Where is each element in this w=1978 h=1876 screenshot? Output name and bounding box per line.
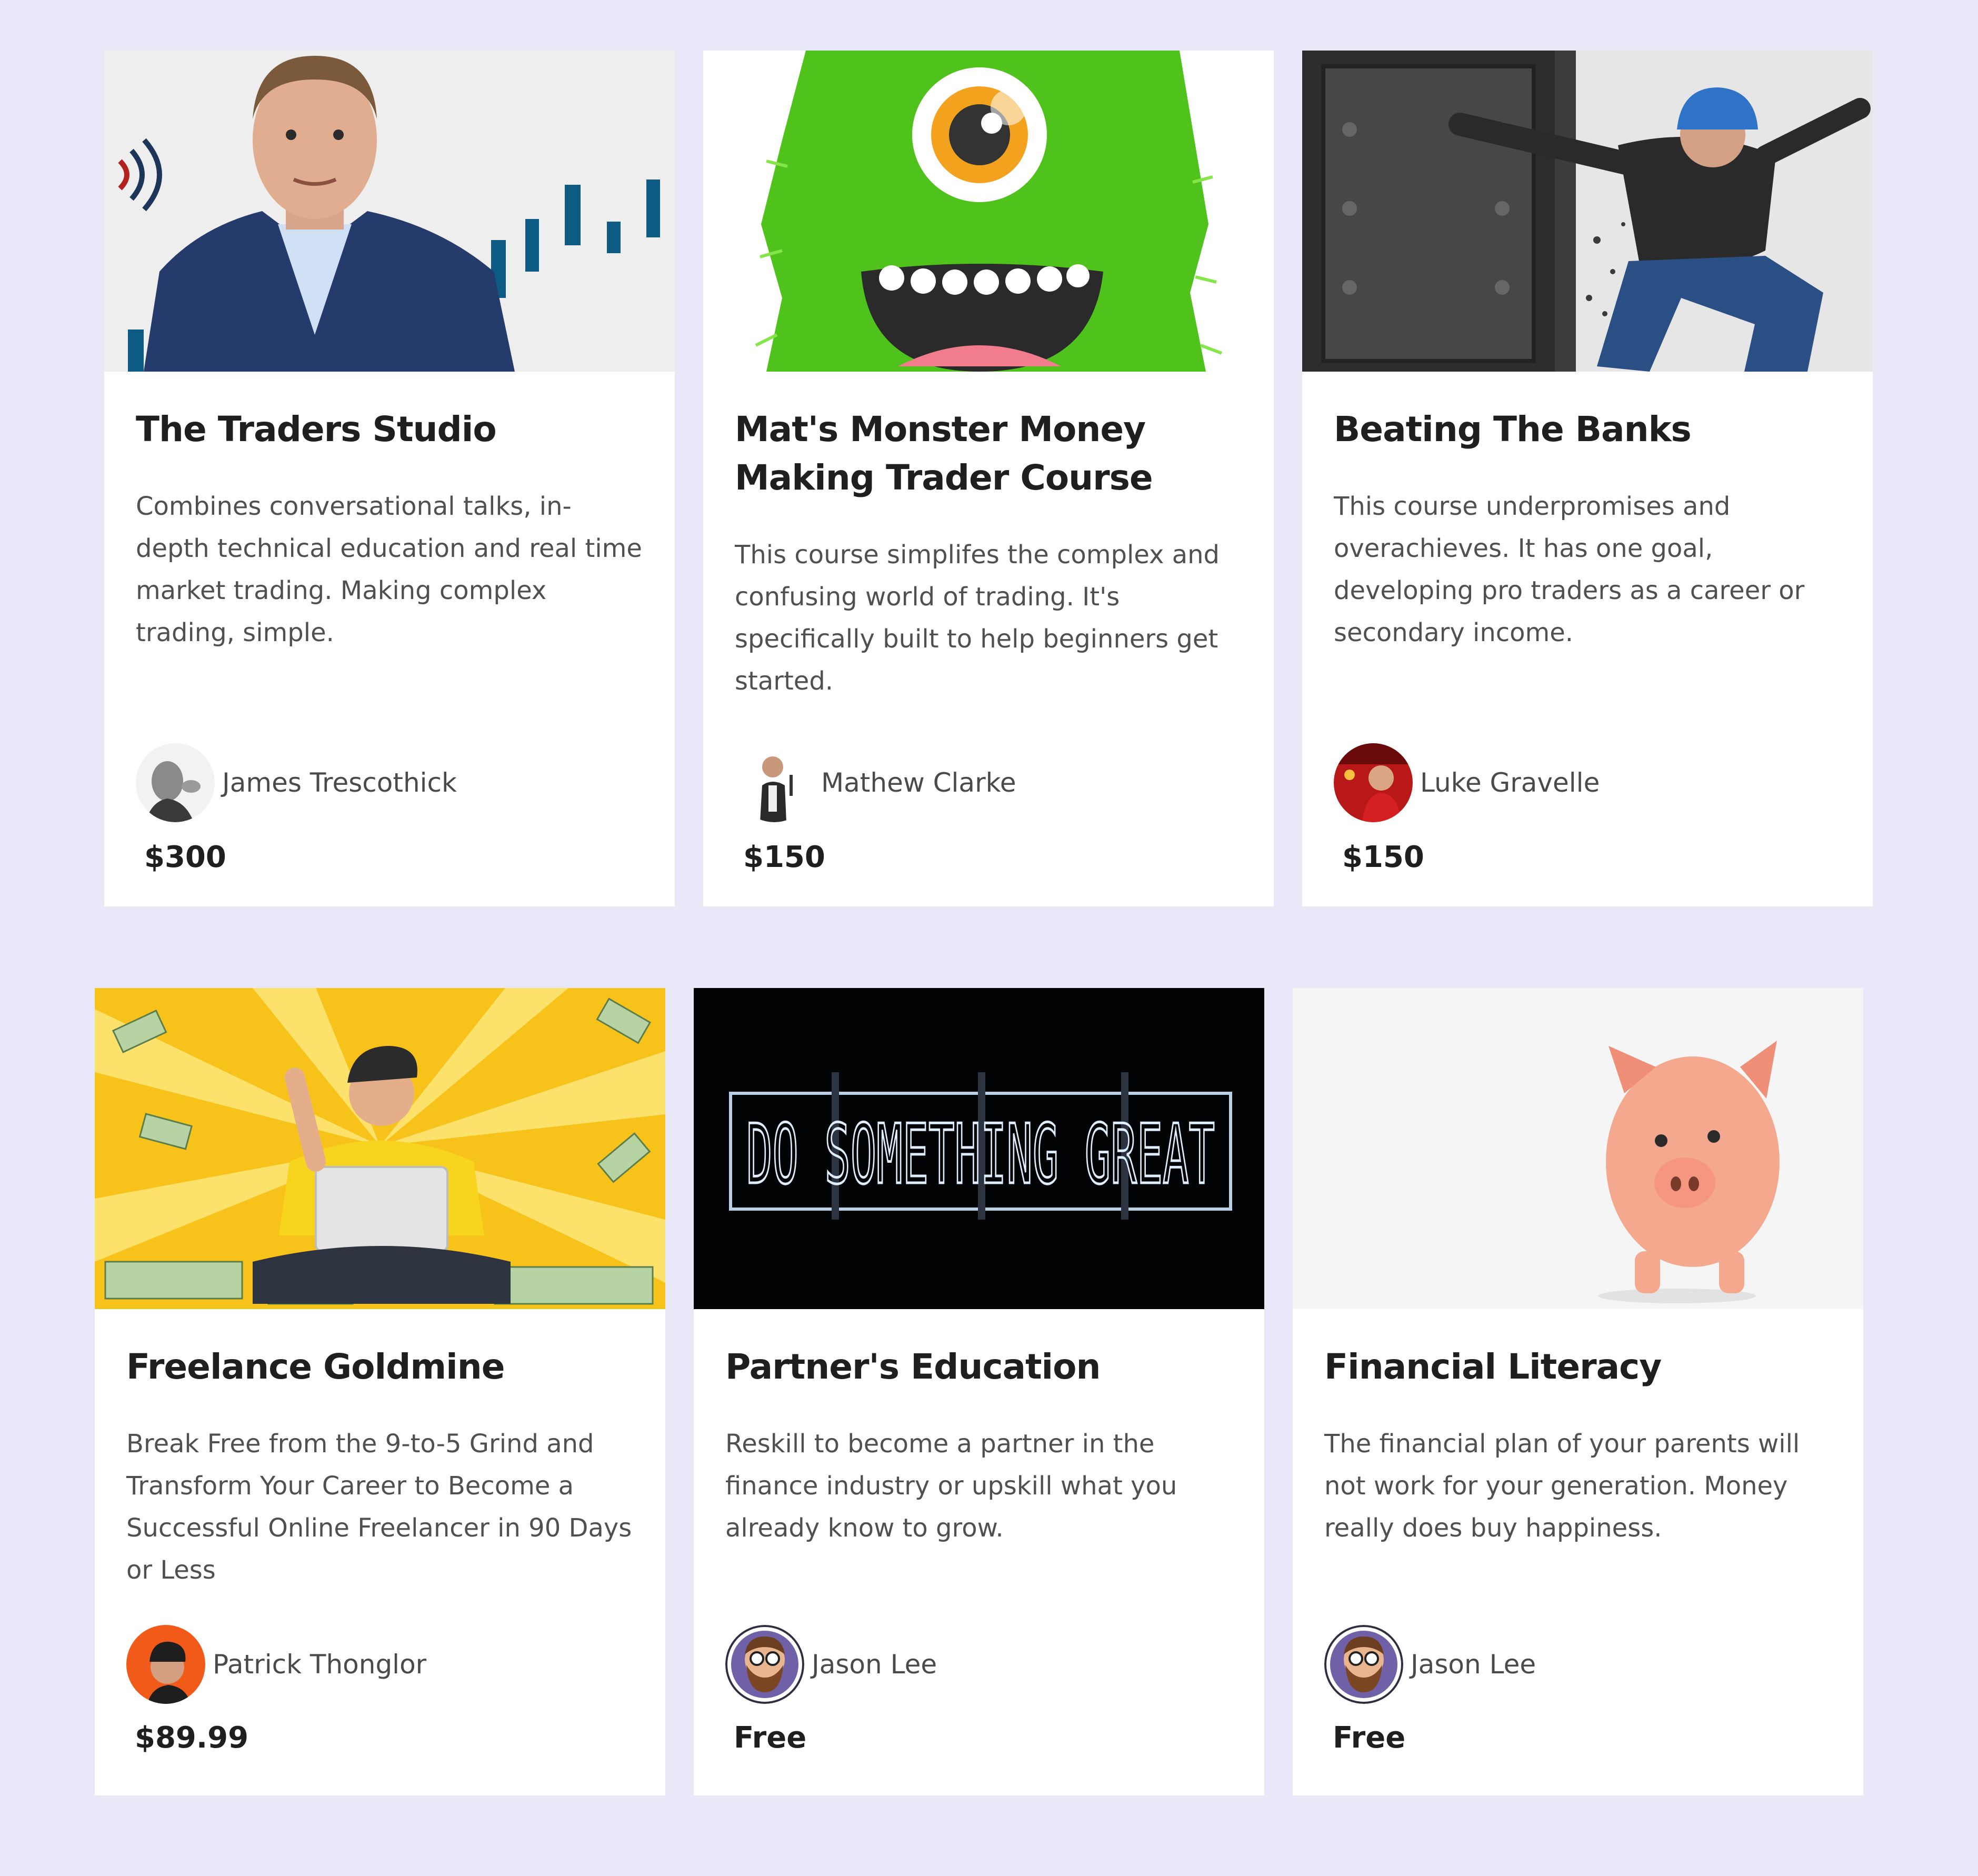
course-price: Free bbox=[734, 1721, 807, 1755]
author-avatar bbox=[126, 1625, 205, 1704]
course-author[interactable]: Jason Lee bbox=[725, 1625, 937, 1704]
course-author[interactable]: Mathew Clarke bbox=[735, 743, 1016, 822]
course-price: Free bbox=[1333, 1721, 1406, 1755]
course-card[interactable]: Freelance Goldmine Break Free from the 9… bbox=[95, 988, 665, 1795]
course-card[interactable]: The Traders Studio Combines conversation… bbox=[104, 51, 675, 906]
author-avatar bbox=[136, 743, 215, 822]
course-author[interactable]: James Trescothick bbox=[136, 743, 457, 822]
course-description: The financial plan of your parents will … bbox=[1324, 1429, 1800, 1543]
course-thumbnail[interactable] bbox=[1293, 988, 1863, 1309]
course-title[interactable]: Beating The Banks bbox=[1334, 405, 1841, 454]
author-avatar bbox=[725, 1625, 804, 1704]
course-description: Reskill to become a partner in the finan… bbox=[725, 1429, 1177, 1543]
author-name: Patrick Thonglor bbox=[213, 1649, 427, 1680]
author-name: Jason Lee bbox=[812, 1649, 937, 1680]
course-description: Break Free from the 9-to-5 Grind and Tra… bbox=[126, 1429, 632, 1585]
course-author[interactable]: Luke Gravelle bbox=[1334, 743, 1600, 822]
course-title[interactable]: Financial Literacy bbox=[1324, 1343, 1832, 1391]
author-avatar bbox=[735, 743, 814, 822]
course-title[interactable]: Mat's Monster Money Making Trader Course bbox=[735, 405, 1242, 502]
author-name: James Trescothick bbox=[222, 767, 457, 798]
neon-sign-text: DO SOMETHING GREAT bbox=[746, 1106, 1215, 1202]
course-thumbnail[interactable] bbox=[95, 988, 665, 1309]
course-price: $150 bbox=[743, 840, 825, 874]
course-author[interactable]: Jason Lee bbox=[1324, 1625, 1536, 1704]
course-card[interactable]: Mat's Monster Money Making Trader Course… bbox=[703, 51, 1274, 906]
course-description: Combines conversational talks, in-depth … bbox=[136, 492, 642, 647]
author-avatar bbox=[1324, 1625, 1403, 1704]
course-card[interactable]: Financial Literacy The financial plan of… bbox=[1293, 988, 1863, 1795]
course-price: $89.99 bbox=[135, 1721, 249, 1755]
author-name: Mathew Clarke bbox=[821, 767, 1016, 798]
course-thumbnail[interactable] bbox=[703, 51, 1274, 372]
course-description: This course underpromises and overachiev… bbox=[1334, 492, 1805, 647]
course-title[interactable]: Freelance Goldmine bbox=[126, 1343, 634, 1391]
course-price: $150 bbox=[1342, 840, 1424, 874]
course-title[interactable]: The Traders Studio bbox=[136, 405, 643, 454]
course-author[interactable]: Patrick Thonglor bbox=[126, 1625, 426, 1704]
course-thumbnail[interactable] bbox=[1302, 51, 1873, 372]
course-card[interactable]: DO SOMETHING GREAT Partner's Education R… bbox=[694, 988, 1264, 1795]
course-card[interactable]: Beating The Banks This course underpromi… bbox=[1302, 51, 1873, 906]
author-avatar bbox=[1334, 743, 1413, 822]
course-title[interactable]: Partner's Education bbox=[725, 1343, 1233, 1391]
course-thumbnail[interactable]: DO SOMETHING GREAT bbox=[694, 988, 1264, 1309]
course-thumbnail[interactable] bbox=[104, 51, 675, 372]
author-name: Jason Lee bbox=[1411, 1649, 1536, 1680]
course-price: $300 bbox=[144, 840, 226, 874]
course-description: This course simplifes the complex and co… bbox=[735, 540, 1220, 696]
author-name: Luke Gravelle bbox=[1420, 767, 1600, 798]
